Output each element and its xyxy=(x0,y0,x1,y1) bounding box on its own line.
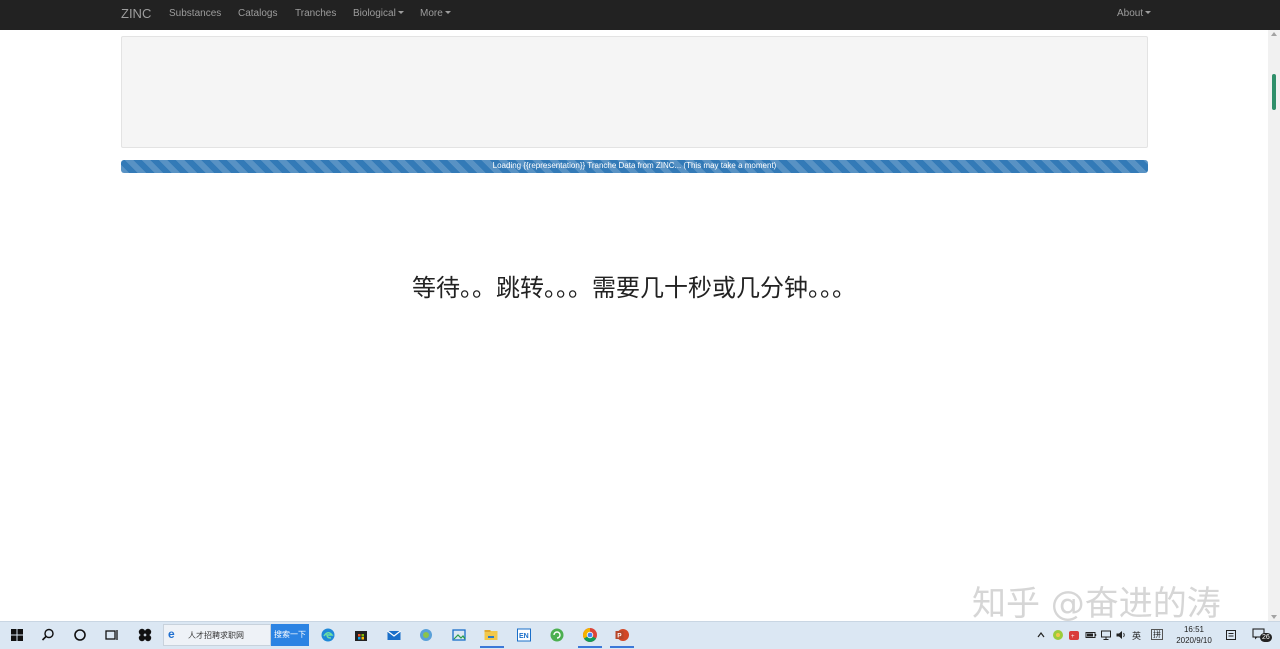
photos-icon[interactable] xyxy=(451,627,467,643)
progress-text: Loading {{representation}} Tranche Data … xyxy=(492,161,777,170)
watermark: 知乎 @奋进的涛 xyxy=(972,584,1221,624)
refresh-app-icon[interactable] xyxy=(549,627,565,643)
volume-icon[interactable] xyxy=(1115,627,1127,643)
ime-mode-indicator[interactable]: 拼 xyxy=(1151,629,1163,640)
notification-count-badge: 26 xyxy=(1260,633,1272,642)
clock-time: 16:51 xyxy=(1183,625,1205,634)
svg-text:EN: EN xyxy=(519,633,529,640)
notification-button[interactable]: 26 xyxy=(1252,626,1272,644)
chevron-up-icon[interactable] xyxy=(1036,627,1046,643)
file-explorer-icon[interactable] xyxy=(483,627,499,643)
chrome-icon[interactable] xyxy=(582,627,598,643)
page-scrollbar[interactable] xyxy=(1268,30,1280,622)
loading-progress-bar: Loading {{representation}} Tranche Data … xyxy=(121,160,1148,173)
network-icon[interactable] xyxy=(1100,627,1112,643)
ime-language-indicator[interactable]: 英 xyxy=(1132,629,1141,642)
nav-about-dropdown[interactable]: About xyxy=(1117,8,1152,19)
top-navbar: ZINC Substances Catalogs Tranches Biolog… xyxy=(0,0,1280,30)
ie-icon: e xyxy=(168,627,175,641)
tray-app-icon[interactable] xyxy=(1052,627,1064,643)
powerpoint-icon[interactable]: P xyxy=(614,627,630,643)
security-tray-icon[interactable]: + xyxy=(1068,627,1080,643)
windows-start-icon[interactable] xyxy=(9,627,25,643)
nav-tranches[interactable]: Tranches xyxy=(295,8,336,19)
wait-message: 等待。。跳转。。。需要几十秒或几分钟。。。 xyxy=(412,274,856,302)
taskbar-search-input[interactable]: 人才招聘求职网 xyxy=(188,630,244,641)
svg-text:+: + xyxy=(1071,634,1075,640)
nav-catalogs[interactable]: Catalogs xyxy=(238,8,277,19)
english-dictionary-icon[interactable]: EN xyxy=(516,627,532,643)
store-icon[interactable] xyxy=(353,627,369,643)
search-icon[interactable] xyxy=(40,627,56,643)
nav-more-dropdown[interactable]: More xyxy=(420,8,451,19)
mail-icon[interactable] xyxy=(386,627,402,643)
nav-biological-dropdown[interactable]: Biological xyxy=(353,8,404,19)
taskbar-search-box[interactable]: e 人才招聘求职网 xyxy=(163,624,271,646)
action-center-icon[interactable] xyxy=(1225,627,1237,643)
scroll-up-icon[interactable] xyxy=(1271,32,1277,36)
battery-icon[interactable] xyxy=(1085,627,1097,643)
nav-more-label: More xyxy=(420,8,443,19)
taskbar-search-button[interactable]: 搜索一下 xyxy=(271,624,309,646)
chevron-down-icon xyxy=(444,11,451,14)
cortana-icon[interactable] xyxy=(72,627,88,643)
edge-icon[interactable] xyxy=(320,627,336,643)
network-app-icon[interactable] xyxy=(418,627,434,643)
scroll-down-icon[interactable] xyxy=(1271,615,1277,619)
nav-substances[interactable]: Substances xyxy=(169,8,221,19)
brand-link[interactable]: ZINC xyxy=(121,6,151,21)
nav-biological-label: Biological xyxy=(353,8,396,19)
chevron-down-icon xyxy=(1145,11,1152,14)
svg-text:P: P xyxy=(617,633,622,640)
taskbar-clock[interactable]: 16:51 2020/9/10 xyxy=(1172,624,1216,646)
tranche-panel xyxy=(121,36,1148,148)
app-icon[interactable] xyxy=(137,627,153,643)
task-view-icon[interactable] xyxy=(104,627,120,643)
clock-date: 2020/9/10 xyxy=(1176,636,1212,645)
nav-about-label: About xyxy=(1117,8,1144,19)
windows-taskbar: e 人才招聘求职网 搜索一下 EN P + 英 拼 16:51 2020/9/1… xyxy=(0,621,1280,649)
scroll-thumb[interactable] xyxy=(1272,74,1276,110)
chevron-down-icon xyxy=(397,11,404,14)
